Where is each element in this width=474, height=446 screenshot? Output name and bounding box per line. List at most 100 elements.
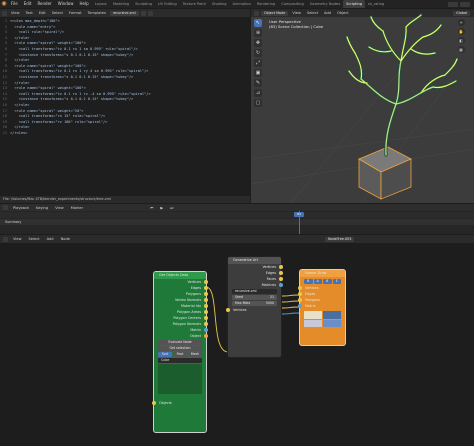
viewer-toggle-0[interactable]: B (304, 279, 313, 284)
workspace-tab-animation[interactable]: Animation (230, 0, 254, 8)
viewer-toggle-3[interactable]: E (332, 279, 341, 284)
menu-edit[interactable]: Edit (21, 0, 35, 8)
socket-dot[interactable] (204, 316, 208, 320)
face-color-swatch[interactable] (304, 319, 322, 327)
socket-dot[interactable] (204, 334, 208, 338)
text-menu-text[interactable]: Text (24, 11, 35, 15)
node-editor[interactable]: View Select Add Node NodeTree.003 Get Ob… (0, 235, 474, 446)
timeline-menu-playback[interactable]: Playback (11, 206, 31, 210)
jump-end-icon[interactable]: ⏭ (168, 206, 175, 210)
socket-dot[interactable] (204, 328, 208, 332)
socket-dot[interactable] (279, 265, 283, 269)
sort-toggle[interactable]: Sort (158, 352, 172, 357)
object-list-area[interactable] (158, 364, 202, 394)
text-menu-templates[interactable]: Templates (86, 11, 108, 15)
scene-render (251, 13, 474, 203)
edge-color-swatch[interactable] (323, 311, 341, 319)
file-path-bar: File: /Volumes/Mac 4TB/blender_experimen… (0, 196, 250, 203)
text-menu-edit[interactable]: Edit (37, 11, 48, 15)
link-vertices-to-generative (205, 286, 229, 353)
output-socket[interactable]: Matrices (228, 282, 283, 288)
output-socket[interactable]: Object (154, 333, 208, 339)
object-list-item[interactable]: Cube (158, 358, 202, 363)
code-area[interactable]: 1 <rules max_depth="100"> 2 <rule name="en… (0, 19, 250, 147)
socket-dot[interactable] (204, 310, 208, 314)
text-menu-format[interactable]: Format (67, 11, 84, 15)
close-text-icon[interactable] (147, 10, 153, 16)
socket-label: Vertices (262, 265, 276, 269)
workspace-tab-compositing[interactable]: Compositing (278, 0, 307, 8)
view-layer-selector[interactable] (460, 1, 470, 7)
workspace-tab-shading[interactable]: Shading (209, 0, 230, 8)
timeline-menu-view[interactable]: View (53, 206, 66, 210)
socket-dot[interactable] (204, 298, 208, 302)
socket-dot[interactable] (279, 277, 283, 281)
workspace-tab-texture-paint[interactable]: Texture Paint (180, 0, 209, 8)
node-title[interactable]: Get Objects Data (154, 272, 206, 279)
menu-render[interactable]: Render (34, 0, 54, 8)
vertices-input-socket[interactable]: Vertices (226, 307, 281, 313)
input-socket[interactable]: Matrix (298, 303, 345, 309)
socket-dot[interactable] (298, 304, 302, 308)
text-menu-select[interactable]: Select (50, 11, 65, 15)
socket-dot[interactable] (204, 322, 208, 326)
current-frame-badge[interactable]: 83 (294, 212, 304, 217)
seed-field[interactable]: Seed 21 (232, 295, 277, 300)
new-text-icon[interactable] (140, 10, 146, 16)
socket-dot[interactable] (279, 283, 283, 287)
workspace-tab-geometry-nodes[interactable]: Geometry Nodes (307, 0, 343, 8)
socket-dot[interactable] (298, 286, 302, 290)
socket-dot[interactable] (204, 304, 208, 308)
jump-start-icon[interactable]: ⏮ (148, 206, 155, 210)
blender-logo-icon[interactable]: ◉ (0, 0, 8, 8)
socket-dot[interactable] (298, 292, 302, 296)
socket-dot[interactable] (204, 280, 208, 284)
timeline-menu-keying[interactable]: Keying (34, 206, 50, 210)
viewer-draw-node[interactable]: Viewer Draw B A B E Vertices Edges Polygon… (298, 270, 345, 345)
scene-selector[interactable] (448, 1, 458, 7)
socket-label: Edges (305, 292, 316, 296)
objects-input-socket[interactable]: Objects (152, 400, 206, 406)
workspace-tab-rb-rating[interactable]: rb_rating (365, 0, 387, 8)
socket-label: Polygon Centers (173, 316, 201, 320)
max-mats-field[interactable]: Max Mats 5000 (232, 301, 277, 306)
text-datablock-field[interactable]: recursive.xml (109, 10, 139, 16)
text-menu-view[interactable]: View (9, 11, 22, 15)
workspace-tab-layout[interactable]: Layout (92, 0, 110, 8)
socket-dot[interactable] (204, 286, 208, 290)
3d-viewport[interactable]: Object Mode View Select Add Object Globa… (251, 9, 474, 203)
timeline-ruler[interactable] (0, 212, 474, 218)
get-selection-button[interactable]: Get selection (158, 346, 202, 351)
menu-help[interactable]: Help (76, 0, 91, 8)
workspace-tab-uv-editing[interactable]: UV Editing (155, 0, 180, 8)
play-icon[interactable]: ▶ (158, 206, 165, 210)
node-title[interactable]: Viewer Draw (300, 270, 345, 277)
socket-dot[interactable] (298, 298, 302, 302)
vertex-color-swatch[interactable] (304, 311, 322, 319)
timeline-editor-type-icon[interactable] (3, 205, 8, 210)
viewer-toggle-1[interactable]: A (313, 279, 322, 284)
editor-type-icon[interactable] (2, 10, 7, 16)
xml-file-field[interactable]: recursive.xml (232, 289, 277, 294)
post-toggle[interactable]: Post (173, 352, 187, 357)
socket-dot[interactable] (152, 401, 156, 405)
workspace-tab-sculpting[interactable]: Sculpting (132, 0, 155, 8)
socket-dot[interactable] (204, 292, 208, 296)
workspace-tab-scripting[interactable]: Scripting (343, 0, 366, 8)
viewer-toggle-row: B A B E (304, 279, 341, 284)
menu-file[interactable]: File (8, 0, 21, 8)
workspace-tab-modeling[interactable]: Modeling (110, 0, 132, 8)
viewer-toggle-2[interactable]: B (323, 279, 332, 284)
socket-dot[interactable] (279, 271, 283, 275)
evaluate-node-toggle[interactable]: Evaluate Node (158, 340, 202, 345)
node-title[interactable]: Generative Art (228, 257, 281, 264)
code-line[interactable]: 21 </rules> (0, 131, 250, 137)
menu-window[interactable]: Window (55, 0, 77, 8)
get-objects-data-node[interactable]: Get Objects Data Vertices Edges Polygons Ve… (152, 272, 208, 432)
timeline-menu-marker[interactable]: Marker (69, 206, 85, 210)
mesh-toggle[interactable]: Mesh (188, 352, 202, 357)
workspace-tab-rendering[interactable]: Rendering (254, 0, 278, 8)
matrix-color-swatch[interactable] (323, 319, 341, 327)
socket-dot[interactable] (226, 308, 230, 312)
generative-art-node[interactable]: Generative Art Vertices Edges Faces Matrice… (226, 257, 283, 357)
